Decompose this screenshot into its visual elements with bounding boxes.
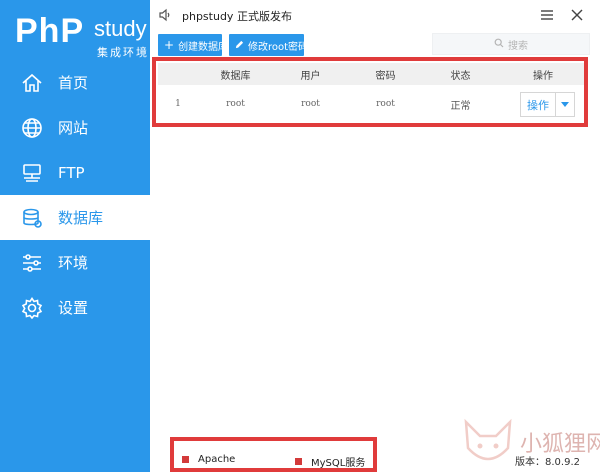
row-action-button[interactable]: 操作 (521, 93, 555, 116)
sidebar-item-home[interactable]: 首页 (0, 60, 150, 105)
service-apache[interactable]: Apache (182, 454, 235, 465)
column-header-user: 用户 (300, 70, 321, 82)
gear-icon (20, 296, 44, 320)
caret-down-icon[interactable] (555, 93, 574, 116)
plus-icon: + (164, 38, 175, 52)
sidebar-item-websites[interactable]: 网站 (0, 105, 150, 150)
row-status: 正常 (450, 100, 471, 112)
column-header-database: 数据库 (220, 70, 251, 82)
title-bar: phpstudy 正式版发布 (150, 0, 600, 30)
menu-icon[interactable] (540, 7, 554, 26)
create-database-label: 创建数据库 (178, 41, 229, 53)
logo-main-text: PhP (15, 12, 85, 50)
service-label: MySQL服务 (311, 458, 366, 469)
row-index: 1 (175, 99, 181, 109)
row-action-group: 操作 (520, 92, 575, 117)
sidebar-nav: 首页 网站 FTP 数据库 环境 设置 (0, 60, 150, 330)
row-password: root (376, 99, 395, 109)
table-header: 数据库 用户 密码 状态 操作 (158, 63, 588, 85)
edit-root-password-button[interactable]: 修改root密码 (229, 34, 308, 56)
sidebar-item-label: 数据库 (58, 209, 104, 227)
service-label: Apache (198, 454, 236, 465)
sidebar-item-settings[interactable]: 设置 (0, 285, 150, 330)
edit-root-password-label: 修改root密码 (248, 41, 309, 53)
service-mysql[interactable]: MySQL服务 (295, 454, 365, 469)
column-header-actions: 操作 (533, 70, 553, 82)
search-icon (494, 38, 508, 51)
window-title: phpstudy 正式版发布 (182, 10, 292, 23)
logo-study-text: study (94, 16, 147, 41)
fox-logo-icon (464, 418, 512, 461)
sidebar: PhP study 集成环境 首页 网站 FTP 数据库 环境 设置 (0, 0, 150, 472)
row-database: root (226, 99, 245, 109)
sidebar-item-label: 设置 (58, 299, 89, 317)
pencil-icon (235, 39, 244, 51)
version-label: 版本：8.0.9.2 (515, 457, 580, 468)
sidebar-item-label: 网站 (58, 119, 89, 137)
column-header-index (158, 63, 198, 85)
service-status-indicator (295, 458, 302, 465)
column-header-password: 密码 (375, 70, 396, 82)
globe-icon (20, 116, 44, 140)
home-icon (20, 71, 44, 95)
sidebar-item-label: 环境 (58, 254, 89, 272)
search-input[interactable]: 搜索 (432, 33, 590, 55)
create-database-button[interactable]: + 创建数据库 (158, 34, 228, 56)
sidebar-item-environment[interactable]: 环境 (0, 240, 150, 285)
logo-subtitle: 集成环境 (97, 46, 149, 59)
table-row: 1 root root root 正常 操作 (158, 88, 588, 120)
service-status-indicator (182, 456, 189, 463)
speaker-icon[interactable] (158, 7, 172, 26)
column-header-status: 状态 (450, 70, 471, 82)
database-icon (20, 206, 44, 230)
sliders-icon (20, 251, 44, 275)
search-placeholder: 搜索 (508, 40, 528, 52)
sidebar-item-database[interactable]: 数据库 (0, 195, 150, 240)
sidebar-item-ftp[interactable]: FTP (0, 150, 150, 195)
sidebar-item-label: FTP (58, 163, 85, 182)
server-icon (20, 161, 44, 185)
sidebar-item-label: 首页 (58, 74, 89, 92)
close-icon[interactable] (570, 7, 584, 26)
row-user: root (301, 99, 320, 109)
